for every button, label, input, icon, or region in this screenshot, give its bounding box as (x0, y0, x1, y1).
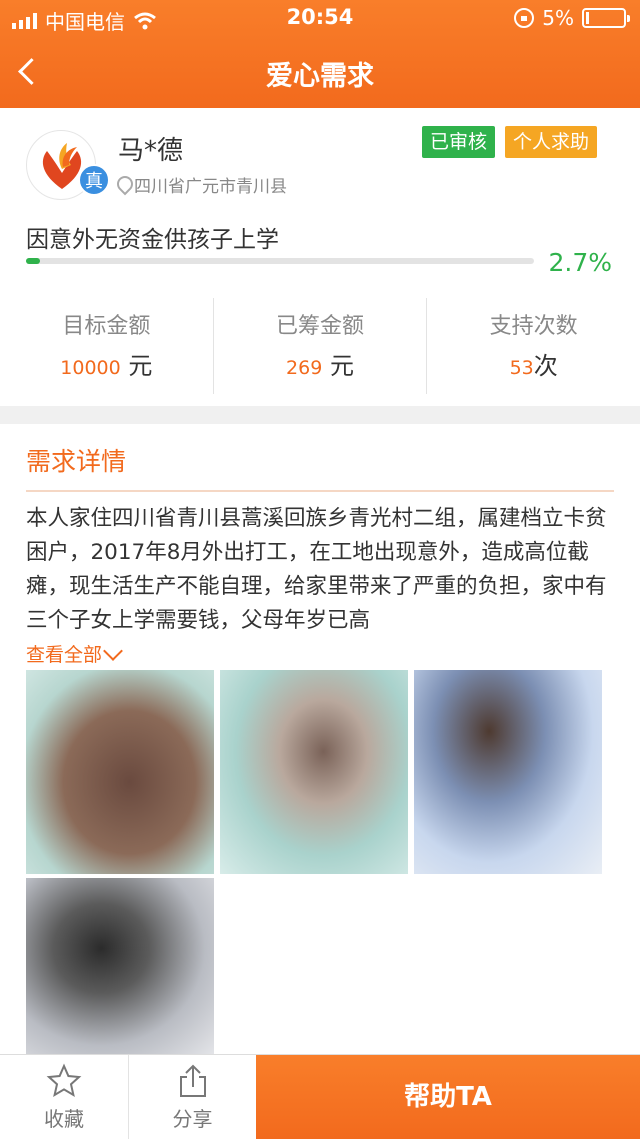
status-bar: 中国电信 20:54 5% (0, 0, 640, 36)
location-pin-icon (116, 176, 130, 194)
page-title: 爱心需求 (266, 61, 374, 92)
view-all-label: 查看全部 (26, 644, 103, 666)
chevron-down-icon (103, 640, 123, 661)
share-label: 分享 (172, 1107, 213, 1131)
progress-fill (26, 258, 40, 264)
requester-name: 马*德 (118, 136, 184, 166)
nav-bar: 爱心需求 (0, 36, 640, 108)
progress-bar (26, 258, 534, 264)
share-icon (180, 1064, 206, 1097)
stat-raised: 已筹金额 269 元 (212, 298, 427, 394)
verified-tag: 已审核 (422, 126, 496, 158)
photo-thumbnail-4[interactable] (26, 878, 214, 1054)
real-name-badge: 真 (78, 164, 110, 196)
stats-row: 目标金额 10000 元 已筹金额 269 元 支持次数 53次 (0, 298, 640, 394)
photo-thumbnail-1[interactable] (26, 670, 214, 874)
personal-help-tag: 个人求助 (505, 126, 598, 158)
photo-thumbnail-3[interactable] (414, 670, 602, 874)
stat-value: 10000 元 (60, 352, 153, 380)
favorite-label: 收藏 (44, 1107, 84, 1131)
stat-label: 目标金额 (62, 314, 151, 339)
progress-percent: 2.7% (548, 248, 612, 277)
stat-label: 已筹金额 (276, 314, 365, 339)
rotation-lock-icon (514, 8, 535, 28)
location: 四川省广元市青川县 (116, 172, 287, 197)
stat-value: 269 元 (286, 352, 354, 380)
location-text: 四川省广元市青川县 (134, 177, 287, 197)
help-button[interactable]: 帮助TA (256, 1055, 640, 1139)
star-icon (46, 1063, 82, 1098)
details-card: 需求详情 本人家住四川省青川县蒿溪回族乡青光村二组，属建档立卡贫困户，2017年… (0, 424, 640, 1054)
stat-supporters: 支持次数 53次 (426, 298, 640, 394)
favorite-button[interactable]: 收藏 (0, 1055, 128, 1139)
battery-icon (582, 8, 630, 28)
share-button[interactable]: 分享 (128, 1055, 256, 1139)
app-header: 中国电信 20:54 5% 爱心需求 (0, 0, 640, 108)
need-title: 因意外无资金供孩子上学 (26, 227, 279, 253)
section-divider (26, 490, 614, 492)
section-title: 需求详情 (26, 447, 127, 476)
view-all-link[interactable]: 查看全部 (26, 640, 123, 667)
photo-thumbnail-2[interactable] (220, 670, 408, 874)
stat-target: 目标金额 10000 元 (0, 298, 213, 394)
battery-percent: 5% (542, 6, 574, 30)
stat-value: 53次 (509, 352, 558, 380)
bottom-action-bar: 收藏 分享 帮助TA (0, 1054, 640, 1139)
stat-label: 支持次数 (489, 314, 578, 339)
detail-text: 本人家住四川省青川县蒿溪回族乡青光村二组，属建档立卡贫困户，2017年8月外出打… (26, 506, 607, 633)
